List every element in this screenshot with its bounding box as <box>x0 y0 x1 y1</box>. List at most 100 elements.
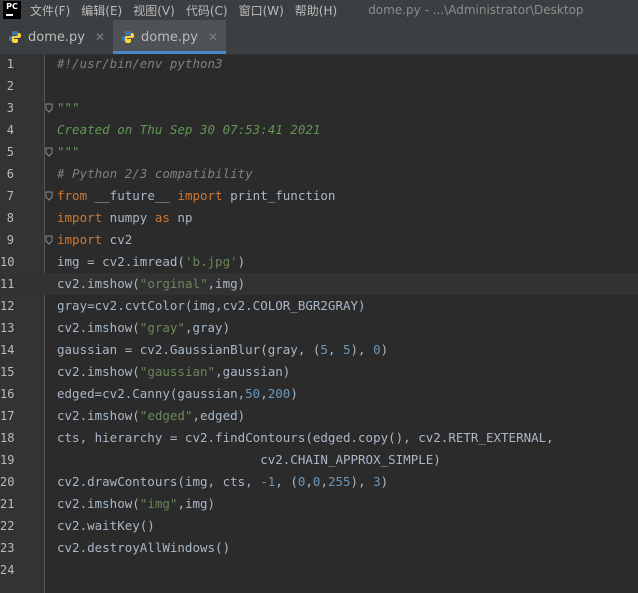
code-line[interactable]: 5 """ <box>0 141 638 163</box>
code-token: print_function <box>222 188 336 203</box>
menu-help[interactable]: 帮助(H) <box>295 2 337 19</box>
code-token: 5 <box>343 342 351 357</box>
code-token: "gaussian" <box>139 364 216 379</box>
code-line[interactable]: 23 cv2.destroyAllWindows() <box>0 537 638 559</box>
code-token: , ( <box>275 474 298 489</box>
fold-marker-icon[interactable] <box>45 191 53 201</box>
menu-code[interactable]: 代码(C) <box>186 2 228 19</box>
menu-file[interactable]: 文件(F) <box>30 2 70 19</box>
code-line[interactable]: 24 <box>0 559 638 581</box>
code-line[interactable]: 17 cv2.imshow("edged",edged) <box>0 405 638 427</box>
code-text: gray=cv2.cvtColor(img,cv2.COLOR_BGR2GRAY… <box>57 295 366 317</box>
code-token: cts, hierarchy = cv2.findContours(edged.… <box>57 430 554 445</box>
code-token: as <box>154 210 170 225</box>
code-line[interactable]: 21 cv2.imshow("img",img) <box>0 493 638 515</box>
code-token: cv2.waitKey() <box>57 518 155 533</box>
python-file-icon <box>122 31 135 43</box>
code-token: img = cv2.imread( <box>57 254 185 269</box>
code-line[interactable]: 10 img = cv2.imread('b.jpg') <box>0 251 638 273</box>
menu-window[interactable]: 窗口(W) <box>239 2 284 19</box>
code-line[interactable]: 22 cv2.waitKey() <box>0 515 638 537</box>
line-number: 13 <box>0 321 15 335</box>
code-line[interactable]: 13 cv2.imshow("gray",gray) <box>0 317 638 339</box>
code-token: ,gray) <box>184 320 231 335</box>
code-token: , <box>327 342 343 357</box>
code-token: #!/usr/bin/env python3 <box>57 56 223 71</box>
code-line[interactable]: 2 <box>0 75 638 97</box>
code-token: # Python 2/3 compatibility <box>57 166 253 181</box>
fold-marker-icon[interactable] <box>45 103 53 113</box>
code-token: 50 <box>245 386 261 401</box>
menu-view[interactable]: 视图(V) <box>133 2 175 19</box>
code-token: 3 <box>373 474 381 489</box>
line-number: 22 <box>0 519 15 533</box>
menu-edit[interactable]: 编辑(E) <box>81 2 122 19</box>
line-number: 23 <box>0 541 15 555</box>
code-line[interactable]: 7 from __future__ import print_function <box>0 185 638 207</box>
code-line[interactable]: 12 gray=cv2.cvtColor(img,cv2.COLOR_BGR2GR… <box>0 295 638 317</box>
code-line[interactable]: 14 gaussian = cv2.GaussianBlur(gray, (5, … <box>0 339 638 361</box>
code-line[interactable]: 18 cts, hierarchy = cv2.findContours(edge… <box>0 427 638 449</box>
close-icon[interactable]: ✕ <box>95 30 105 44</box>
line-number: 21 <box>0 497 15 511</box>
python-file-icon <box>9 31 21 43</box>
code-editor[interactable]: 1 #!/usr/bin/env python3 2 3 """ 4 Created on … <box>0 55 638 593</box>
code-token: """ <box>57 144 80 159</box>
code-line[interactable]: 4 Created on Thu Sep 30 07:53:41 2021 <box>0 119 638 141</box>
line-number: 6 <box>6 167 14 181</box>
code-line[interactable]: 8 import numpy as np <box>0 207 638 229</box>
menu-bar: PC 文件(F) 编辑(E) 视图(V) 代码(C) 窗口(W) 帮助(H) d… <box>0 0 638 20</box>
code-text: import cv2 <box>57 229 132 251</box>
code-token: ) <box>290 386 298 401</box>
code-token: -1 <box>260 474 276 489</box>
code-token: edged=cv2.Canny(gaussian, <box>57 386 246 401</box>
line-number: 18 <box>0 431 15 445</box>
code-token: cv2.destroyAllWindows() <box>57 540 231 555</box>
code-line[interactable]: 20 cv2.drawContours(img, cts, -1, (0,0,25… <box>0 471 638 493</box>
code-text: cv2.imshow("gray",gray) <box>57 317 230 339</box>
code-line[interactable]: 1 #!/usr/bin/env python3 <box>0 53 638 75</box>
code-line[interactable]: 11 cv2.imshow("orginal",img) <box>0 273 638 295</box>
code-text: Created on Thu Sep 30 07:53:41 2021 <box>57 119 320 141</box>
code-text: """ <box>57 97 80 119</box>
code-line[interactable]: 3 """ <box>0 97 638 119</box>
code-line[interactable]: 9 import cv2 <box>0 229 638 251</box>
code-token: np <box>169 210 193 225</box>
code-text: cv2.waitKey() <box>57 515 155 537</box>
editor-tab-bar: dome.py ✕ dome.py ✕ <box>0 20 638 55</box>
code-token: cv2.imshow( <box>57 364 140 379</box>
code-token: "edged" <box>139 408 193 423</box>
line-number: 12 <box>0 299 15 313</box>
line-number: 8 <box>6 211 14 225</box>
line-number: 20 <box>0 475 15 489</box>
code-line[interactable]: 6 # Python 2/3 compatibility <box>0 163 638 185</box>
code-token: ,edged) <box>192 408 246 423</box>
code-text: img = cv2.imread('b.jpg') <box>57 251 245 273</box>
line-number: 10 <box>0 255 15 269</box>
tab-dome-py-2[interactable]: dome.py ✕ <box>113 20 227 54</box>
code-line[interactable]: 16 edged=cv2.Canny(gaussian,50,200) <box>0 383 638 405</box>
code-text: cv2.drawContours(img, cts, -1, (0,0,255)… <box>57 471 388 493</box>
tab-dome-py-1[interactable]: dome.py ✕ <box>0 20 113 54</box>
code-token: 5 <box>320 342 328 357</box>
line-number: 17 <box>0 409 15 423</box>
line-number: 15 <box>0 365 15 379</box>
line-number: 24 <box>0 563 15 577</box>
line-number: 11 <box>0 277 15 291</box>
code-token: import <box>177 188 223 203</box>
code-token: gaussian = cv2.GaussianBlur(gray, ( <box>57 342 321 357</box>
fold-marker-icon[interactable] <box>45 147 53 157</box>
close-icon[interactable]: ✕ <box>208 30 218 44</box>
fold-marker-icon[interactable] <box>45 235 53 245</box>
line-number: 5 <box>6 145 14 159</box>
code-line[interactable]: 15 cv2.imshow("gaussian",gaussian) <box>0 361 638 383</box>
code-token: ) <box>380 342 389 357</box>
code-token: cv2 <box>102 232 133 247</box>
line-number: 14 <box>0 343 15 357</box>
code-token: ,img) <box>177 496 216 511</box>
code-line[interactable]: 19 cv2.CHAIN_APPROX_SIMPLE) <box>0 449 638 471</box>
code-token: "img" <box>139 496 178 511</box>
code-token: , <box>320 474 328 489</box>
line-number: 2 <box>6 79 14 93</box>
code-text: gaussian = cv2.GaussianBlur(gray, (5, 5)… <box>57 339 388 361</box>
